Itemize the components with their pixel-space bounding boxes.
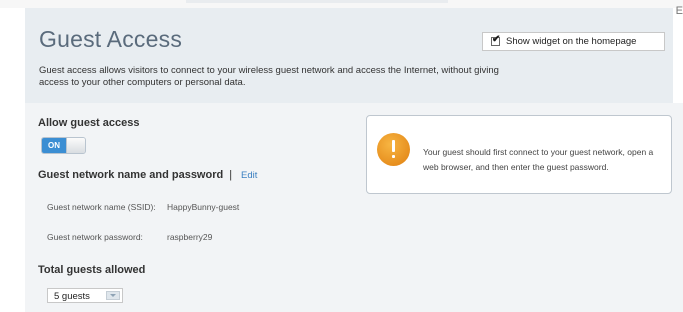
ssid-value: HappyBunny-guest bbox=[167, 202, 240, 212]
page-header: Guest Access Guest access allows visitor… bbox=[25, 8, 673, 103]
edge-letter: E bbox=[675, 5, 683, 17]
total-guests-heading: Total guests allowed bbox=[38, 264, 146, 276]
checkbox-icon[interactable]: ✔ bbox=[491, 34, 501, 46]
main-content: Allow guest access ON Guest network name… bbox=[25, 103, 683, 312]
password-label: Guest network password: bbox=[47, 232, 143, 242]
guest-access-toggle[interactable]: ON bbox=[41, 137, 86, 154]
guests-select-value: 5 guests bbox=[54, 291, 90, 302]
chevron-down-icon[interactable] bbox=[106, 291, 120, 300]
network-heading: Guest network name and password | bbox=[38, 169, 232, 181]
warning-icon bbox=[377, 133, 410, 166]
top-notch bbox=[186, 0, 448, 3]
page-title: Guest Access bbox=[39, 26, 183, 52]
password-row: Guest network password: raspberry29 bbox=[47, 232, 212, 242]
show-widget-checkbox[interactable]: ✔ Show widget on the homepage bbox=[482, 32, 665, 51]
network-heading-text: Guest network name and password bbox=[38, 169, 224, 181]
top-strip bbox=[0, 0, 683, 8]
show-widget-label: Show widget on the homepage bbox=[506, 36, 637, 47]
checkmark-icon: ✔ bbox=[492, 34, 501, 45]
guests-select[interactable]: 5 guests bbox=[47, 288, 123, 303]
ssid-row: Guest network name (SSID): HappyBunny-gu… bbox=[47, 202, 239, 212]
edit-link[interactable]: Edit bbox=[241, 170, 257, 181]
toggle-knob[interactable] bbox=[66, 138, 85, 153]
page-description: Guest access allows visitors to connect … bbox=[39, 65, 499, 88]
heading-separator: | bbox=[229, 169, 233, 181]
info-text: Your guest should first connect to your … bbox=[423, 147, 654, 172]
toggle-on-label: ON bbox=[42, 138, 66, 153]
ssid-label: Guest network name (SSID): bbox=[47, 202, 156, 212]
info-box: Your guest should first connect to your … bbox=[366, 115, 672, 194]
allow-guest-heading: Allow guest access bbox=[38, 117, 140, 129]
password-value: raspberry29 bbox=[167, 232, 213, 242]
